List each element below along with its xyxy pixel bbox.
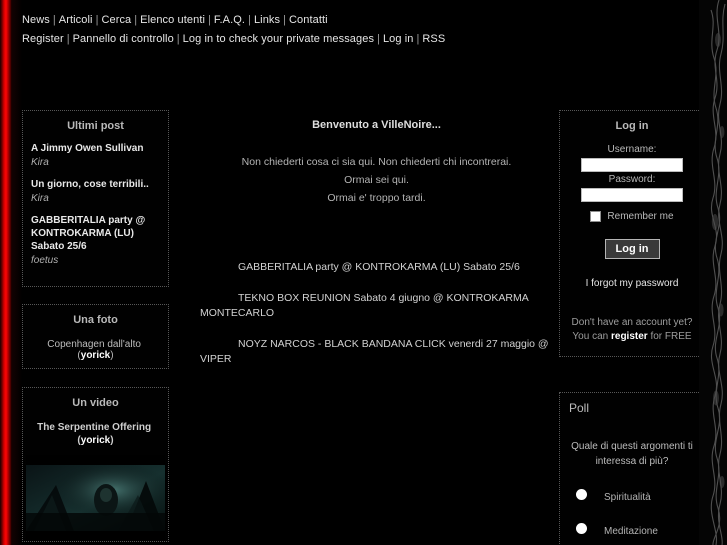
post-author: foetus bbox=[31, 255, 59, 266]
panel-poll: Poll Quale di questi argomenti ti intere… bbox=[559, 392, 705, 545]
remember-me-label: Remember me bbox=[607, 211, 674, 222]
video-caption-text: The Serpentine Offering bbox=[37, 422, 152, 433]
list-item[interactable]: A Jimmy Owen Sullivan Kira bbox=[31, 142, 160, 169]
panel-una-foto: Una foto Copenhagen dall'alto (yorick) bbox=[22, 304, 169, 369]
nav-link-news[interactable]: News bbox=[22, 14, 50, 26]
nav-link-register[interactable]: Register bbox=[22, 33, 64, 45]
poll-option-label: Spiritualità bbox=[604, 492, 651, 503]
photo-author-paren-close: ) bbox=[110, 350, 114, 361]
panel-ultimi-post: Ultimi post A Jimmy Owen Sullivan Kira U… bbox=[22, 110, 169, 287]
announcement-item[interactable]: TEKNO BOX REUNION Sabato 4 giugno @ KONT… bbox=[200, 291, 553, 321]
nav-link-elenco-utenti[interactable]: Elenco utenti bbox=[140, 14, 205, 26]
forgot-password-link[interactable]: I forgot my password bbox=[560, 278, 704, 289]
page-title: Benvenuto a VilleNoire... bbox=[312, 119, 441, 131]
right-sidebar: Log in Username: Password: Remember me L… bbox=[559, 110, 705, 545]
announcement-item[interactable]: NOYZ NARCOS - BLACK BANDANA CLICK venerd… bbox=[200, 337, 553, 367]
photo-caption[interactable]: Copenhagen dall'alto (yorick) bbox=[23, 336, 168, 364]
video-author[interactable]: yorick bbox=[81, 435, 110, 446]
poll-option[interactable]: Spiritualità bbox=[560, 486, 704, 503]
panel-title-un-video: Un video bbox=[72, 397, 119, 409]
list-item[interactable]: Un giorno, cose terribili.. Kira bbox=[31, 178, 160, 205]
photo-caption-text: Copenhagen dall'alto bbox=[47, 339, 141, 350]
nav-separator: | bbox=[52, 14, 56, 26]
register-prompt-prefix: You can bbox=[572, 331, 611, 342]
login-submit-button[interactable]: Log in bbox=[604, 239, 660, 259]
nav-row-secondary: Register | Pannello di controllo | Log in to… bbox=[22, 29, 682, 48]
poll-radio-icon[interactable] bbox=[576, 489, 587, 500]
nav-row-primary: News | Articoli | Cerca | Elenco utenti | F.A.Q.… bbox=[22, 10, 682, 29]
left-sidebar: Ultimi post A Jimmy Owen Sullivan Kira U… bbox=[22, 110, 169, 542]
post-title[interactable]: A Jimmy Owen Sullivan bbox=[31, 142, 160, 155]
post-title[interactable]: Un giorno, cose terribili.. bbox=[31, 178, 160, 191]
welcome-line: Ormai e' troppo tardi. bbox=[327, 192, 426, 204]
nav-separator: | bbox=[377, 33, 380, 45]
username-input[interactable] bbox=[581, 158, 683, 172]
announcement-list: GABBERITALIA party @ KONTROKARMA (LU) Sa… bbox=[200, 260, 553, 367]
nav-link-cerca[interactable]: Cerca bbox=[101, 14, 131, 26]
nav-link-private-messages[interactable]: Log in to check your private messages bbox=[183, 33, 374, 45]
register-prompt: Don't have an account yet? You can regis… bbox=[560, 316, 704, 344]
left-red-accent-stripe bbox=[0, 0, 12, 545]
remember-me-row[interactable]: Remember me bbox=[560, 211, 704, 222]
panel-login: Log in Username: Password: Remember me L… bbox=[559, 110, 705, 357]
nav-separator: | bbox=[208, 14, 211, 26]
nav-separator: | bbox=[176, 33, 180, 45]
post-author: Kira bbox=[31, 193, 49, 204]
right-marble-texture-border bbox=[699, 0, 727, 545]
post-author: Kira bbox=[31, 157, 49, 168]
nav-link-contatti[interactable]: Contatti bbox=[289, 14, 328, 26]
nav-separator: | bbox=[283, 14, 286, 26]
nav-link-log-in[interactable]: Log in bbox=[383, 33, 414, 45]
nav-link-pannello-di-controllo[interactable]: Pannello di controllo bbox=[73, 33, 174, 45]
video-caption[interactable]: The Serpentine Offering (yorick) bbox=[23, 419, 168, 455]
list-item[interactable]: GABBERITALIA party @ KONTROKARMA (LU) Sa… bbox=[31, 214, 160, 267]
panel-title-login: Log in bbox=[615, 120, 649, 132]
left-dark-edge bbox=[12, 0, 22, 545]
nav-separator: | bbox=[134, 14, 138, 26]
register-prompt-line2: You can register for FREE bbox=[564, 330, 700, 344]
nav-link-links[interactable]: Links bbox=[254, 14, 280, 26]
nav-link-rss[interactable]: RSS bbox=[422, 33, 445, 45]
announcement-item[interactable]: GABBERITALIA party @ KONTROKARMA (LU) Sa… bbox=[200, 260, 553, 275]
password-input[interactable] bbox=[581, 188, 683, 202]
nav-separator: | bbox=[66, 33, 70, 45]
welcome-line: Ormai sei qui. bbox=[344, 174, 409, 186]
welcome-line: Non chiederti cosa ci sia qui. Non chied… bbox=[241, 156, 512, 168]
video-author-paren-close: ) bbox=[110, 435, 114, 446]
main-content: Benvenuto a VilleNoire... Non chiederti … bbox=[200, 110, 553, 383]
content-columns: Ultimi post A Jimmy Owen Sullivan Kira U… bbox=[22, 110, 705, 545]
latest-posts-list: A Jimmy Owen Sullivan Kira Un giorno, co… bbox=[23, 142, 168, 278]
nav-separator: | bbox=[248, 14, 251, 26]
poll-option-label: Meditazione bbox=[604, 526, 658, 537]
register-prompt-line1: Don't have an account yet? bbox=[571, 317, 693, 328]
password-label: Password: bbox=[608, 174, 656, 185]
remember-me-checkbox[interactable] bbox=[590, 211, 602, 222]
nav-link-articoli[interactable]: Articoli bbox=[59, 14, 93, 26]
post-title[interactable]: GABBERITALIA party @ KONTROKARMA (LU) Sa… bbox=[31, 214, 160, 253]
poll-title: Poll bbox=[569, 401, 590, 415]
panel-title-una-foto: Una foto bbox=[73, 314, 118, 326]
username-label: Username: bbox=[607, 144, 657, 155]
poll-radio-icon[interactable] bbox=[576, 523, 587, 534]
panel-un-video: Un video The Serpentine Offering (yorick… bbox=[22, 387, 169, 542]
video-thumbnail[interactable] bbox=[26, 455, 165, 541]
nav-link-faq[interactable]: F.A.Q. bbox=[214, 14, 245, 26]
top-navigation: News | Articoli | Cerca | Elenco utenti | F.A.Q.… bbox=[22, 10, 682, 48]
welcome-message: Non chiederti cosa ci sia qui. Non chied… bbox=[200, 153, 553, 207]
photo-author[interactable]: yorick bbox=[81, 350, 110, 361]
panel-title-ultimi-post: Ultimi post bbox=[67, 120, 124, 132]
poll-option[interactable]: Meditazione bbox=[560, 520, 704, 537]
register-link[interactable]: register bbox=[611, 331, 648, 342]
register-prompt-suffix: for FREE bbox=[647, 331, 692, 342]
poll-question: Quale di questi argomenti ti interessa d… bbox=[571, 441, 693, 467]
